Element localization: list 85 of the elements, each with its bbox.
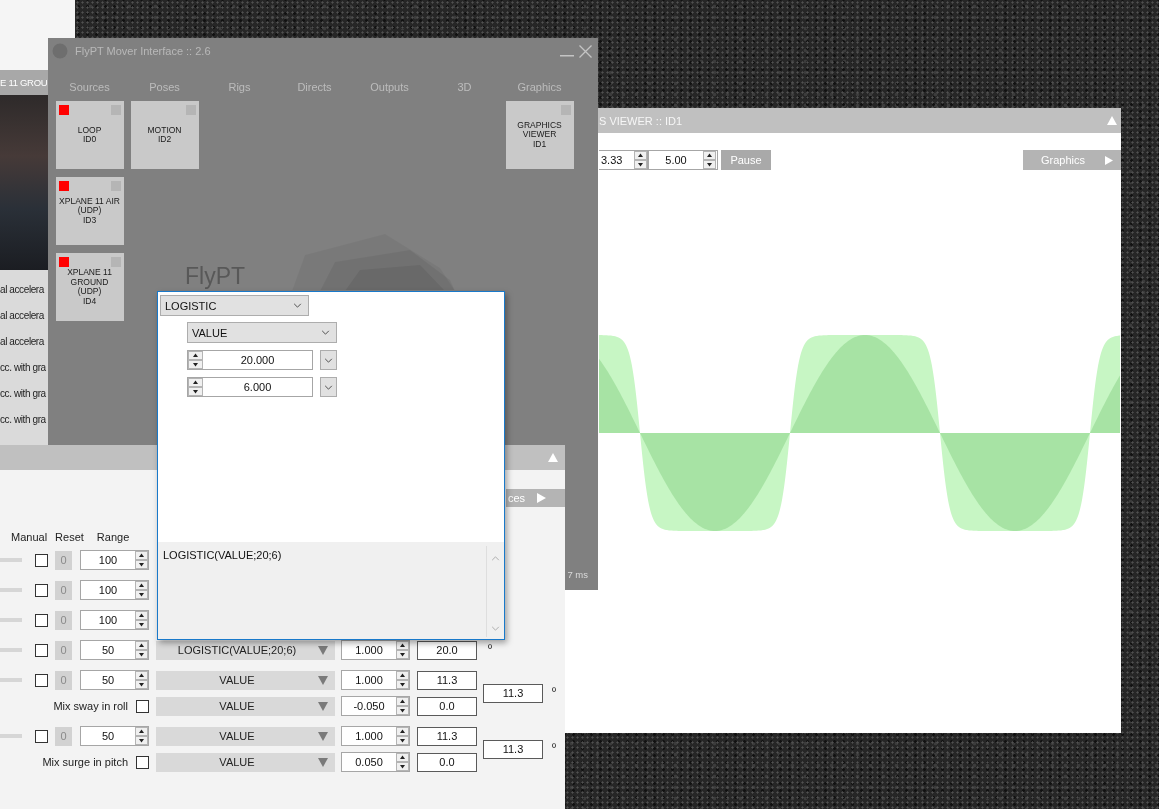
expression-field[interactable]: LOGISTIC(VALUE;20;6) (158, 542, 504, 639)
list-item: cc. with gra (0, 387, 46, 401)
unit-label: º (552, 685, 557, 697)
spinner-icon[interactable] (396, 671, 409, 689)
range-field[interactable]: 50 (80, 640, 149, 660)
function-dropdown[interactable]: LOGISTIC(VALUE;20;6) (156, 640, 335, 660)
spinner-icon[interactable] (703, 151, 716, 169)
column-header: Manual (11, 531, 48, 543)
checkbox[interactable] (35, 643, 48, 657)
list-item: cc. with gra (0, 361, 46, 375)
triangle-down-icon (318, 675, 328, 685)
triangle-right-icon (1105, 155, 1114, 165)
chevron-down-icon (324, 357, 333, 363)
function-dropdown[interactable]: VALUE (156, 752, 335, 772)
spinner-icon[interactable] (396, 727, 409, 745)
output-readout: 11.3 (417, 726, 477, 746)
window-title: E 11 GROU (0, 77, 48, 88)
module-tile[interactable]: LOOP ID0 (55, 101, 124, 169)
spinner-icon[interactable] (135, 671, 148, 689)
function-dropdown[interactable]: LOGISTIC (160, 295, 309, 316)
spinner-icon[interactable] (135, 551, 148, 569)
triangle-down-icon (318, 701, 328, 711)
total-readout: 11.3 (483, 739, 543, 759)
gain-field[interactable]: -0.050 (341, 696, 410, 716)
module-tile[interactable]: XPLANE 11 AIR (UDP) ID3 (55, 177, 124, 245)
chevron-down-icon (324, 384, 333, 390)
function-dropdown[interactable]: VALUE (156, 726, 335, 746)
spinner-icon[interactable] (135, 611, 148, 629)
gain-field[interactable]: 1.000 (341, 670, 410, 690)
checkbox[interactable] (35, 553, 48, 567)
spinner-icon[interactable] (188, 351, 203, 369)
checkbox[interactable] (35, 729, 48, 743)
unit-label: º (488, 642, 493, 654)
list-item: al accelera (0, 335, 44, 349)
spinner-icon[interactable] (188, 378, 203, 396)
status-text: 7 ms (567, 569, 588, 580)
range-field[interactable]: 100 (80, 550, 149, 570)
number-field[interactable]: 5.00 (648, 150, 718, 170)
module-tile[interactable]: GRAPHICS VIEWER ID1 (505, 101, 574, 169)
list-item: al accelera (0, 283, 44, 297)
spinner-icon[interactable] (634, 151, 647, 169)
module-tile[interactable]: MOTION ID2 (130, 101, 199, 169)
triangle-down-icon (318, 731, 328, 741)
output-readout: 0.0 (417, 752, 477, 772)
triangle-down-icon (318, 645, 328, 655)
range-field[interactable]: 100 (80, 580, 149, 600)
range-field[interactable]: 100 (80, 610, 149, 630)
spinner-icon[interactable] (396, 641, 409, 659)
range-field[interactable]: 50 (80, 726, 149, 746)
output-readout: 20.0 (417, 640, 477, 660)
unit-label: º (552, 741, 557, 753)
checkbox[interactable] (35, 673, 48, 687)
gain-field[interactable]: 1.000 (341, 726, 410, 746)
parameter-field[interactable]: 6.000 (187, 377, 313, 397)
column-header: Range (96, 531, 130, 543)
triangle-down-icon (318, 757, 328, 767)
chevron-down-icon (293, 303, 302, 308)
spinner-icon[interactable] (135, 641, 148, 659)
mix-label: Mix surge in pitch (42, 756, 128, 768)
gain-field[interactable]: 0.050 (341, 752, 410, 772)
function-dropdown[interactable]: VALUE (156, 696, 335, 716)
mix-label: Mix sway in roll (53, 700, 128, 712)
spinner-icon[interactable] (396, 697, 409, 715)
list-item: al accelera (0, 309, 44, 323)
spinner-icon[interactable] (396, 753, 409, 771)
number-field[interactable]: 3.33 (599, 150, 648, 170)
chevron-down-icon (321, 330, 330, 335)
triangle-right-icon (537, 493, 547, 503)
function-dropdown[interactable]: VALUE (156, 670, 335, 690)
checkbox[interactable] (136, 699, 149, 713)
total-readout: 11.3 (483, 683, 543, 703)
parameter-field[interactable]: 20.000 (187, 350, 313, 370)
output-readout: 11.3 (417, 670, 477, 690)
module-tile[interactable]: XPLANE 11 GROUND (UDP) ID4 (55, 253, 124, 321)
checkbox[interactable] (35, 583, 48, 597)
range-field[interactable]: 50 (80, 670, 149, 690)
gain-field[interactable]: 1.000 (341, 640, 410, 660)
column-header: Reset (55, 531, 84, 543)
checkbox[interactable] (35, 613, 48, 627)
checkbox[interactable] (136, 755, 149, 769)
spinner-icon[interactable] (135, 581, 148, 599)
argument-dropdown[interactable]: VALUE (187, 322, 337, 343)
spinner-icon[interactable] (135, 727, 148, 745)
list-item: cc. with gra (0, 413, 46, 427)
output-readout: 0.0 (417, 696, 477, 716)
